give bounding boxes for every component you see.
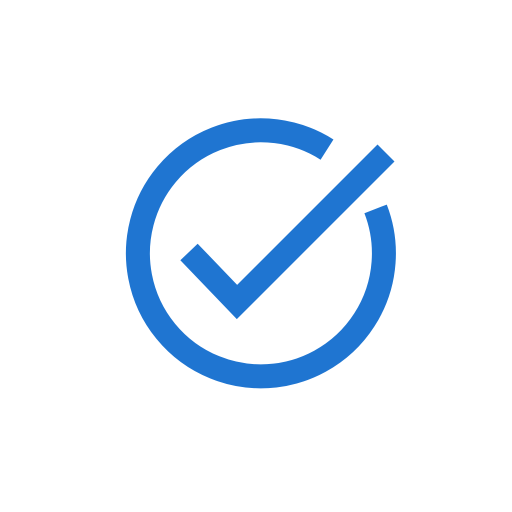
icon-canvas bbox=[0, 0, 512, 512]
check-mark bbox=[180, 144, 395, 320]
check-circle-icon bbox=[125, 118, 396, 389]
circle-ring bbox=[125, 118, 396, 389]
